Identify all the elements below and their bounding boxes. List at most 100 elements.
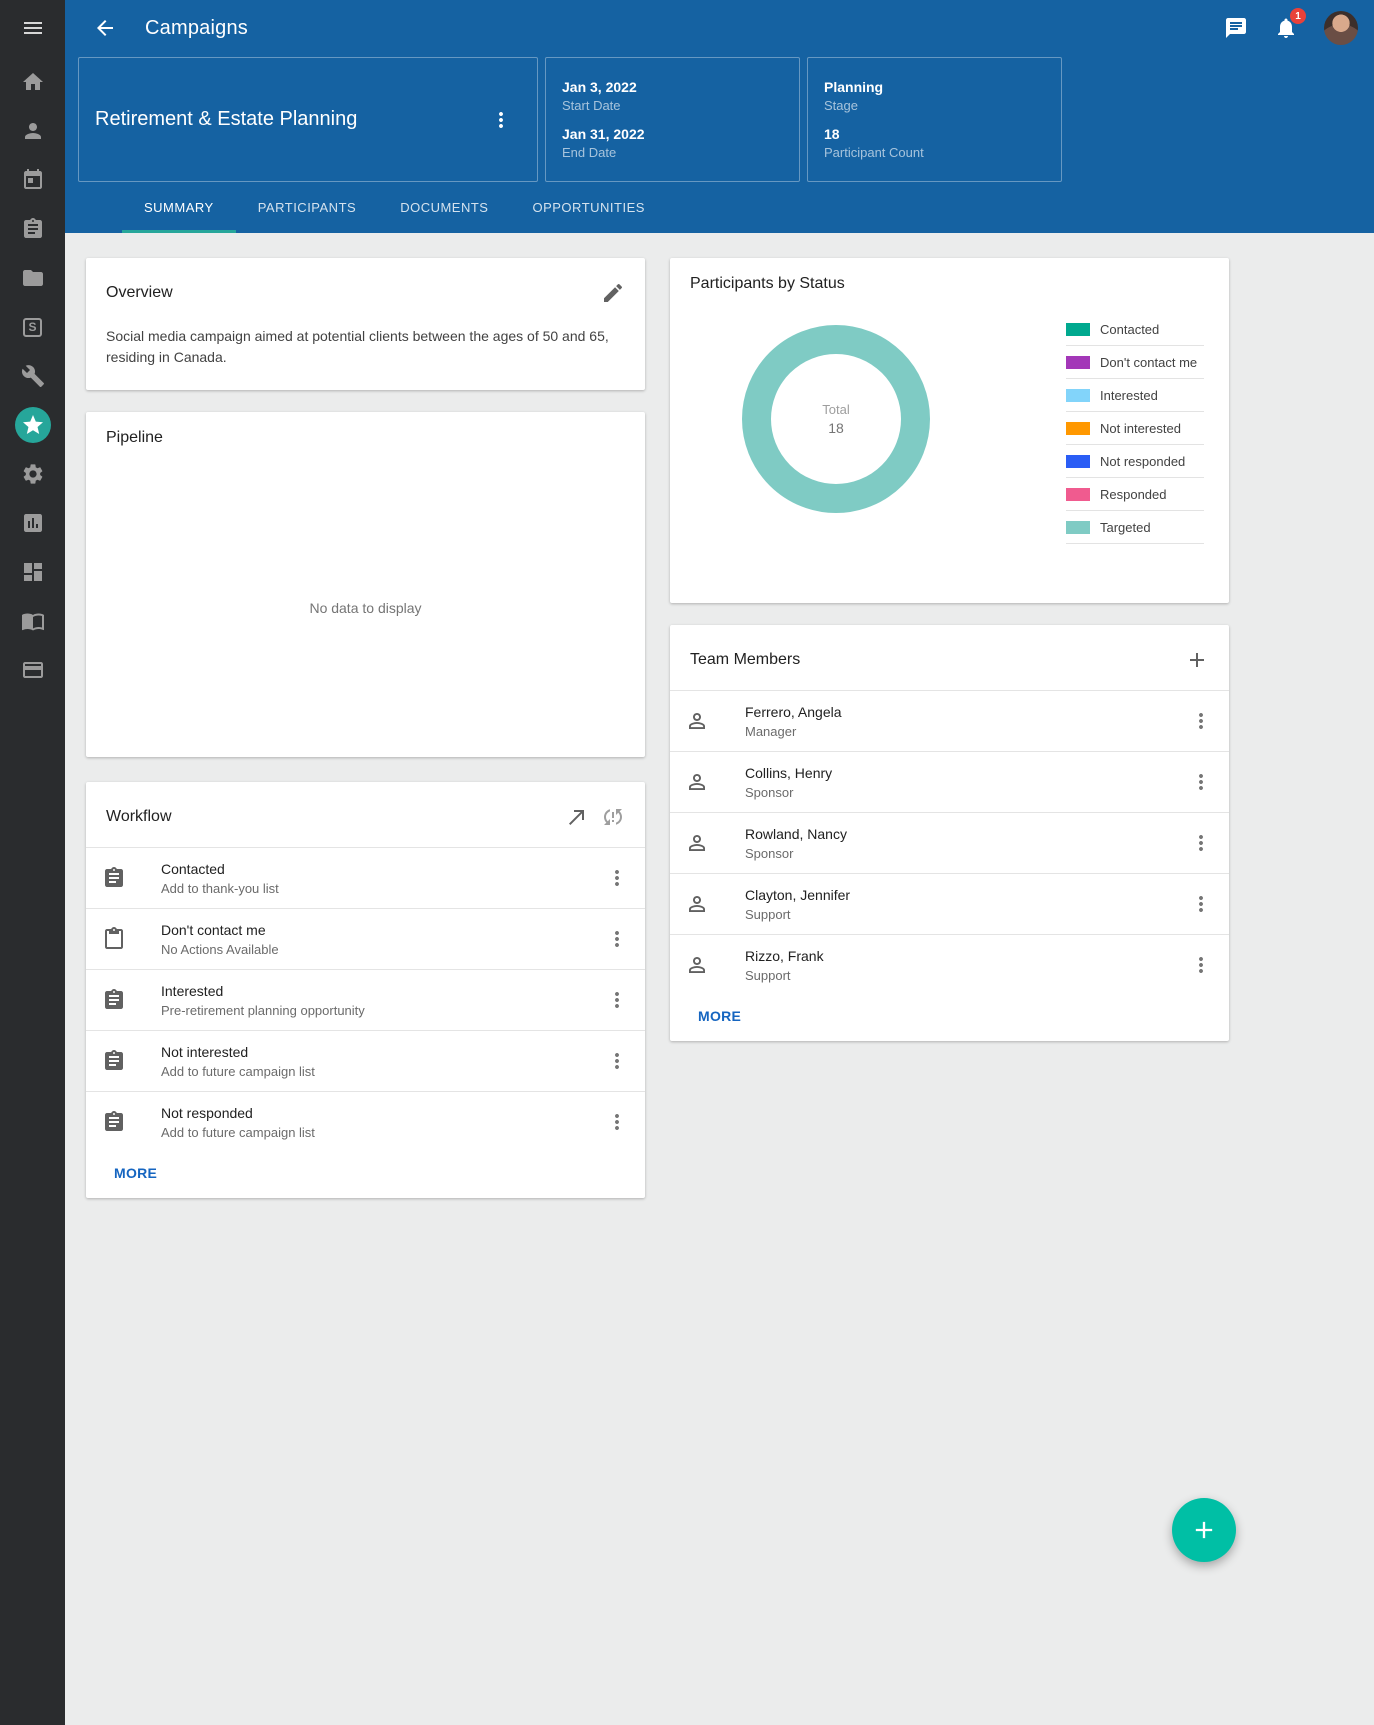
edit-overview-button[interactable] [595, 275, 631, 311]
workflow-item-subtitle: Add to future campaign list [161, 1064, 597, 1079]
add-fab-button[interactable] [1172, 1498, 1236, 1562]
participants-donut-chart: Total 18 [742, 325, 930, 513]
workflow-item: Not interested Add to future campaign li… [86, 1030, 645, 1091]
legend-item[interactable]: Contacted [1066, 313, 1204, 346]
add-team-member-button[interactable] [1179, 642, 1215, 678]
hamburger-menu-icon [21, 16, 45, 40]
workflow-more-button[interactable]: MORE [114, 1165, 157, 1181]
campaign-summary-cards: Retirement & Estate Planning Jan 3, 2022… [78, 57, 1374, 182]
legend-item[interactable]: Not interested [1066, 412, 1204, 445]
workflow-open-button[interactable] [559, 799, 595, 835]
team-members-more-button[interactable]: MORE [698, 1008, 741, 1024]
legend-item[interactable]: Targeted [1066, 511, 1204, 544]
sidebar-item-contacts[interactable] [15, 113, 51, 149]
sidebar-item-tools[interactable] [15, 358, 51, 394]
workflow-item-subtitle: Add to future campaign list [161, 1125, 597, 1140]
notifications-button[interactable]: 1 [1266, 8, 1306, 48]
workflow-title: Workflow [106, 808, 559, 826]
sidebar-item-documents[interactable] [15, 260, 51, 296]
workflow-item-menu-button[interactable] [597, 980, 637, 1020]
team-member-menu-button[interactable] [1181, 884, 1221, 924]
chat-icon [1224, 16, 1248, 40]
tab-summary[interactable]: SUMMARY [122, 185, 236, 233]
sidebar-item-tasks[interactable] [15, 211, 51, 247]
star-icon [21, 413, 45, 437]
legend-color-chip [1066, 323, 1090, 336]
end-date-value: Jan 31, 2022 [562, 126, 783, 142]
workflow-item-menu-button[interactable] [597, 919, 637, 959]
kebab-icon [1189, 770, 1213, 794]
tab-participants[interactable]: PARTICIPANTS [236, 185, 378, 233]
donut-total-label: Total [822, 402, 849, 417]
overview-description: Social media campaign aimed at potential… [86, 323, 645, 390]
tab-bar: SUMMARY PARTICIPANTS DOCUMENTS OPPORTUNI… [65, 185, 1374, 233]
kebab-icon [605, 1049, 629, 1073]
end-date-field: Jan 31, 2022 End Date [562, 126, 783, 160]
seminars-icon: S [23, 318, 42, 337]
sidebar-item-knowledge-base[interactable] [15, 603, 51, 639]
team-member-menu-button[interactable] [1181, 701, 1221, 741]
book-icon [21, 609, 45, 633]
bar-chart-icon [21, 511, 45, 535]
tasks-icon [21, 217, 45, 241]
legend-item[interactable]: Responded [1066, 478, 1204, 511]
participant-count-value: 18 [824, 126, 1045, 142]
user-avatar[interactable] [1324, 11, 1358, 45]
sidebar-item-campaigns[interactable] [15, 407, 51, 443]
workflow-item-menu-button[interactable] [597, 1041, 637, 1081]
home-icon [21, 70, 45, 94]
pipeline-empty-message: No data to display [86, 459, 645, 757]
campaign-name: Retirement & Estate Planning [95, 108, 481, 131]
workflow-item-title: Not responded [161, 1105, 597, 1121]
team-member-menu-button[interactable] [1181, 823, 1221, 863]
team-member-role: Sponsor [745, 785, 1181, 800]
team-member-name: Clayton, Jennifer [745, 887, 1181, 903]
workflow-card: Workflow Contacted Add to thank-you list… [86, 782, 645, 1198]
stage-label: Stage [824, 98, 1045, 113]
workflow-item-menu-button[interactable] [597, 858, 637, 898]
start-date-field: Jan 3, 2022 Start Date [562, 79, 783, 113]
start-date-value: Jan 3, 2022 [562, 79, 783, 95]
workflow-item-menu-button[interactable] [597, 1102, 637, 1142]
sidebar-nav: S [15, 64, 51, 688]
kebab-icon [1189, 892, 1213, 916]
sidebar: S [0, 0, 65, 1725]
legend-item[interactable]: Not responded [1066, 445, 1204, 478]
legend-item[interactable]: Don't contact me [1066, 346, 1204, 379]
tab-documents[interactable]: DOCUMENTS [378, 185, 510, 233]
team-member-row: Ferrero, Angela Manager [670, 690, 1229, 751]
team-member-row: Clayton, Jennifer Support [670, 873, 1229, 934]
participant-count-field: 18 Participant Count [824, 126, 1045, 160]
tab-opportunities[interactable]: OPPORTUNITIES [510, 185, 666, 233]
legend-color-chip [1066, 389, 1090, 402]
hamburger-menu-button[interactable] [0, 0, 65, 56]
sidebar-item-reports[interactable] [15, 505, 51, 541]
legend-label: Interested [1100, 388, 1158, 403]
launch-arrow-icon [565, 805, 589, 829]
legend-color-chip [1066, 455, 1090, 468]
kebab-icon [489, 108, 513, 132]
workflow-sync-button[interactable] [595, 799, 631, 835]
workflow-item: Not responded Add to future campaign lis… [86, 1091, 645, 1152]
workflow-item-subtitle: No Actions Available [161, 942, 597, 957]
back-button[interactable] [85, 8, 125, 48]
person-outline-icon [685, 953, 709, 977]
sidebar-item-dashboard[interactable] [15, 554, 51, 590]
team-member-menu-button[interactable] [1181, 945, 1221, 985]
sidebar-item-seminars[interactable]: S [15, 309, 51, 345]
team-member-menu-button[interactable] [1181, 762, 1221, 802]
sync-status-icon [601, 805, 625, 829]
sidebar-item-home[interactable] [15, 64, 51, 100]
plus-icon [1190, 1516, 1218, 1544]
campaign-menu-button[interactable] [481, 100, 521, 140]
stage-field: Planning Stage [824, 79, 1045, 113]
kebab-icon [605, 988, 629, 1012]
sidebar-item-settings[interactable] [15, 456, 51, 492]
chat-button[interactable] [1216, 8, 1256, 48]
legend-item[interactable]: Interested [1066, 379, 1204, 412]
app-bar: Campaigns 1 [65, 0, 1374, 56]
participants-by-status-card: Participants by Status Total 18 Contacte… [670, 258, 1229, 603]
plus-icon [1185, 648, 1209, 672]
sidebar-item-billing[interactable] [15, 652, 51, 688]
sidebar-item-calendar[interactable] [15, 162, 51, 198]
